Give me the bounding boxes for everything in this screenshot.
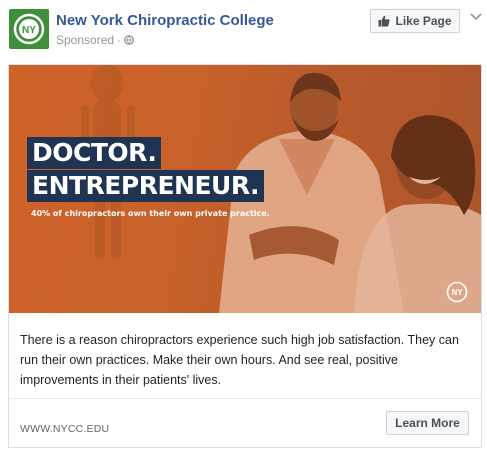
sponsored-label[interactable]: Sponsored <box>56 33 114 47</box>
learn-more-button[interactable]: Learn More <box>386 411 469 435</box>
ad-headline-line2: ENTREPRENEUR. <box>27 170 265 202</box>
ad-image[interactable]: DOCTOR. ENTREPRENEUR. 40% of chiropracto… <box>9 65 481 313</box>
card-divider <box>9 398 481 399</box>
like-page-button[interactable]: Like Page <box>370 9 460 33</box>
svg-text:NY: NY <box>451 288 463 297</box>
page-avatar[interactable]: NY <box>9 9 49 49</box>
nycc-logo-icon: NY <box>13 13 45 45</box>
ad-card[interactable]: DOCTOR. ENTREPRENEUR. 40% of chiropracto… <box>8 64 482 448</box>
nycc-hero-logo-icon: NY <box>446 281 468 303</box>
like-page-label: Like Page <box>395 14 452 28</box>
ad-headline-line1: DOCTOR. <box>27 137 162 169</box>
display-url[interactable]: WWW.NYCC.EDU <box>20 423 109 435</box>
svg-text:NY: NY <box>22 25 36 36</box>
post-header: NY New York Chiropractic College Sponsor… <box>0 0 487 56</box>
ad-body-text: There is a reason chiropractors experien… <box>20 333 459 387</box>
sponsored-row: Sponsored · <box>56 33 134 47</box>
globe-icon <box>124 35 134 45</box>
ad-subline: 40% of chiropractors own their own priva… <box>31 209 270 218</box>
chevron-down-icon[interactable] <box>469 12 483 22</box>
sponsored-post: NY New York Chiropractic College Sponsor… <box>0 0 487 454</box>
page-name-link[interactable]: New York Chiropractic College <box>56 12 274 29</box>
separator-dot: · <box>117 33 122 47</box>
thumbs-up-icon <box>378 15 391 27</box>
